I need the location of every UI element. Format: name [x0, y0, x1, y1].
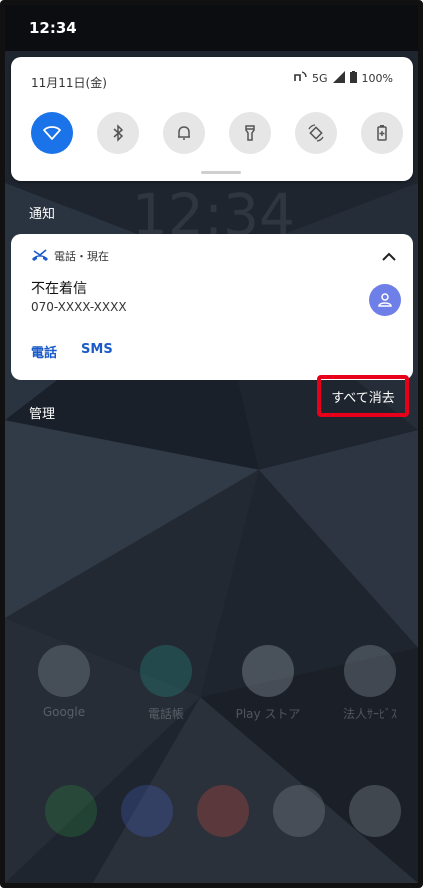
- quick-settings-tiles: [31, 112, 403, 154]
- home-app-row: Google 電話帳 Play ストア 法人ｻｰﾋﾞｽ: [25, 645, 409, 722]
- google-folder-icon: [38, 645, 90, 697]
- notification-app-label: 電話・現在: [54, 250, 109, 263]
- app-label: Google: [42, 705, 86, 719]
- call-back-button[interactable]: 電話: [31, 342, 57, 361]
- sound-tile[interactable]: [163, 112, 205, 154]
- app-label: Play ストア: [235, 707, 301, 721]
- bluetooth-icon: [113, 124, 124, 142]
- status-bar: 12:34: [5, 5, 418, 51]
- avatar: [369, 284, 401, 316]
- wifi-tile[interactable]: [31, 112, 73, 154]
- bluetooth-tile[interactable]: [97, 112, 139, 154]
- missed-call-notification[interactable]: 電話・現在 不在着信 070-XXXX-XXXX 電話 SMS: [11, 234, 413, 380]
- manage-button[interactable]: 管理: [29, 403, 55, 422]
- quick-settings-panel: 11月11日(金) 5G 100%: [11, 57, 413, 181]
- play-store-icon: [242, 645, 294, 697]
- app-label: 電話帳: [147, 707, 184, 721]
- quick-settings-date: 11月11日(金): [31, 76, 107, 90]
- signal-icon: [332, 71, 345, 86]
- missed-call-icon: [31, 249, 49, 263]
- flashlight-icon: [245, 125, 255, 141]
- messages-icon[interactable]: [121, 785, 173, 837]
- battery-icon: [349, 71, 357, 86]
- quick-settings-status: 5G 100%: [293, 71, 393, 86]
- battery-saver-tile[interactable]: [361, 112, 403, 154]
- battery-saver-icon: [377, 125, 387, 141]
- notification-actions: 電話 SMS: [31, 342, 113, 361]
- app-business-services[interactable]: 法人ｻｰﾋﾞｽ: [331, 645, 409, 722]
- settings-icon[interactable]: [349, 785, 401, 837]
- battery-percent: 100%: [361, 72, 393, 85]
- sms-button[interactable]: SMS: [81, 342, 113, 361]
- chrome-icon[interactable]: [197, 785, 249, 837]
- auto-rotate-tile[interactable]: [295, 112, 337, 154]
- phone-icon[interactable]: [45, 785, 97, 837]
- app-contacts[interactable]: 電話帳: [127, 645, 205, 722]
- notification-number: 070-XXXX-XXXX: [31, 300, 127, 314]
- chevron-up-icon[interactable]: [379, 248, 399, 266]
- flashlight-tile[interactable]: [229, 112, 271, 154]
- clear-all-button[interactable]: すべて消去: [331, 387, 395, 406]
- contacts-icon: [140, 645, 192, 697]
- wifi-icon: [43, 126, 61, 140]
- network-type: 5G: [312, 72, 328, 85]
- person-icon: [378, 293, 392, 307]
- notifications-header: 通知: [29, 207, 56, 222]
- notification-title: 不在着信: [31, 281, 87, 297]
- quick-settings-drag-handle[interactable]: [201, 171, 241, 174]
- app-play-store[interactable]: Play ストア: [229, 645, 307, 722]
- clear-all-highlight: すべて消去: [317, 375, 409, 417]
- dock: [45, 785, 401, 837]
- phone-screen: 12:34 12:34 11月11日(金) 5G 100% 通知 電話・現在 不…: [0, 0, 423, 888]
- business-services-icon: [344, 645, 396, 697]
- bell-icon: [178, 126, 190, 140]
- app-google[interactable]: Google: [25, 645, 103, 722]
- notification-header: 電話・現在: [31, 248, 109, 264]
- camera-icon[interactable]: [273, 785, 325, 837]
- auto-rotate-icon: [308, 124, 324, 142]
- wifi-calling-icon: [293, 71, 307, 86]
- status-bar-time: 12:34: [29, 19, 77, 37]
- app-label: 法人ｻｰﾋﾞｽ: [342, 707, 397, 721]
